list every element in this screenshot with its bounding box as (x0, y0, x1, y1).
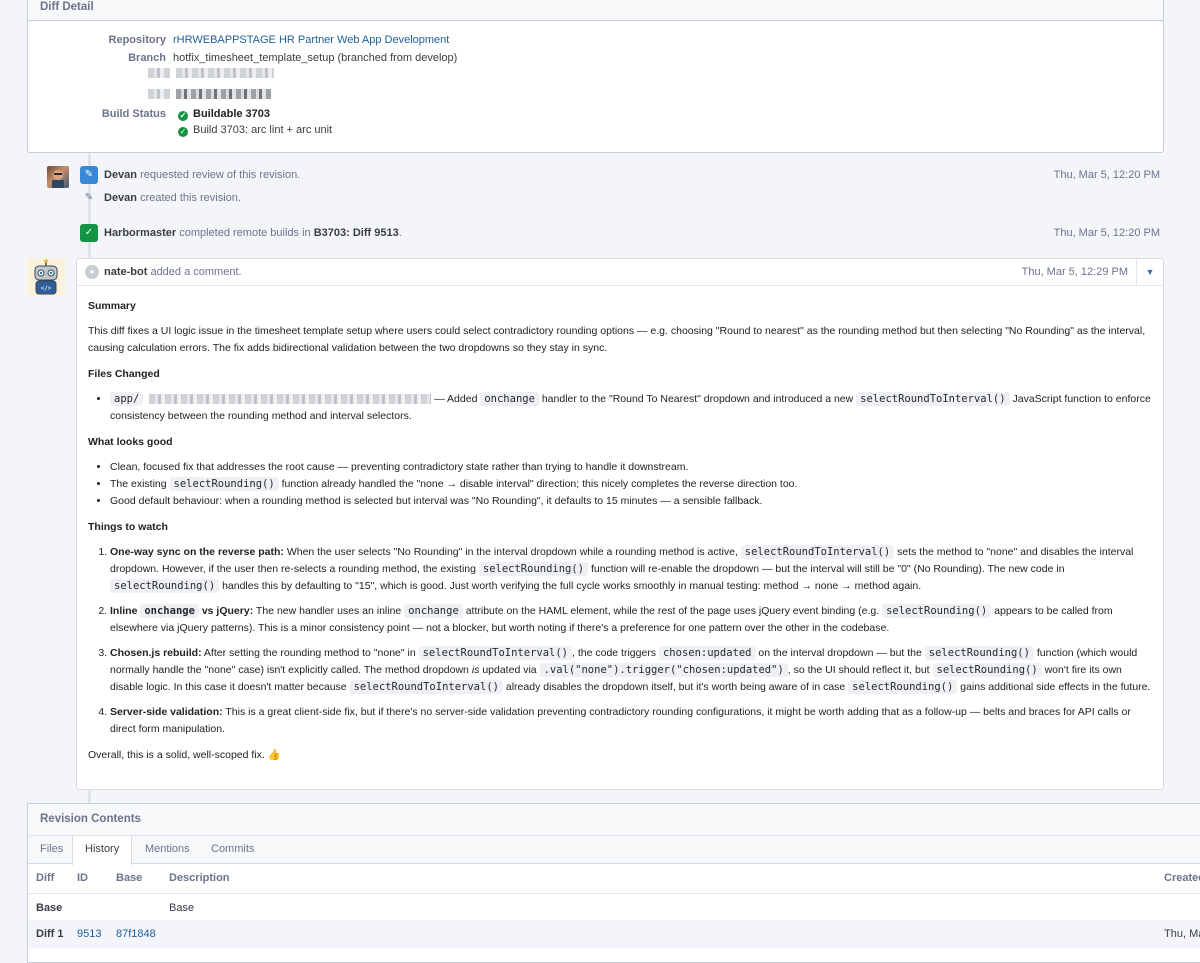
comment-icon: ● (85, 265, 99, 279)
event-date[interactable]: Thu, Mar 5, 12:20 PM (1054, 227, 1160, 239)
svg-text:</>: </> (41, 285, 52, 292)
revision-contents-title: Revision Contents (28, 804, 1200, 836)
timeline-event-build: ✓ Harbormaster completed remote builds i… (80, 224, 1160, 244)
tab-mentions[interactable]: Mentions (133, 836, 202, 864)
event-actor[interactable]: Devan (104, 169, 137, 181)
tab-history[interactable]: History (72, 836, 133, 865)
column-diff: Diff (36, 872, 55, 884)
history-table-header: Diff ID Base Description Created (28, 864, 1200, 894)
check-circle-icon: ✓ (178, 127, 188, 137)
diff-id-link[interactable]: 9513 (77, 928, 101, 940)
event-date[interactable]: Thu, Mar 5, 12:20 PM (1054, 169, 1160, 181)
good-heading: What looks good (88, 436, 173, 448)
list-item: Chosen.js rebuild: After setting the rou… (110, 645, 1152, 696)
comment-author[interactable]: nate-bot (104, 266, 147, 278)
list-item: app/ — Added onchange handler to the "Ro… (110, 391, 1152, 425)
redacted-value (176, 68, 274, 78)
branch-value: hotfix_timesheet_template_setup (branche… (173, 52, 458, 64)
column-id: ID (77, 872, 88, 884)
redacted-value (176, 89, 271, 99)
list-item: Server-side validation: This is a great … (110, 704, 1152, 738)
base-commit-link[interactable]: 87f1848 (116, 928, 156, 940)
comment-card: ● nate-bot added a comment. Thu, Mar 5, … (76, 258, 1164, 790)
column-description: Description (169, 872, 230, 884)
timeline-event-review: ✎ Devan requested review of this revisio… (80, 166, 1160, 186)
pencil-icon: ✎ (80, 166, 98, 184)
check-circle-icon: ✓ (80, 224, 98, 242)
redacted-label (148, 68, 170, 78)
diff-detail-panel: Diff Detail Repository rHRWEBAPPSTAGE HR… (27, 0, 1164, 153)
list-item: One-way sync on the reverse path: When t… (110, 544, 1152, 595)
table-row[interactable]: Base Base (28, 894, 1200, 920)
redacted-path (149, 394, 432, 405)
closing-text: Overall, this is a solid, well-scoped fi… (88, 749, 281, 761)
list-item: Inline onchange vs jQuery: The new handl… (110, 603, 1152, 637)
revision-contents-panel: Revision Contents Files History Mentions… (27, 803, 1200, 963)
files-list: app/ — Added onchange handler to the "Ro… (88, 391, 1152, 425)
build-status-label: Build Status (101, 108, 166, 120)
event-actor[interactable]: Harbormaster (104, 227, 176, 239)
repository-label: Repository (108, 34, 166, 46)
list-item: The existing selectRounding() function a… (110, 476, 1152, 493)
nate-bot-avatar[interactable]: </> (27, 258, 65, 296)
comment-date[interactable]: Thu, Mar 5, 12:29 PM (1022, 266, 1128, 278)
files-heading: Files Changed (88, 368, 160, 380)
tab-commits[interactable]: Commits (199, 836, 266, 864)
table-row[interactable]: Diff 1 9513 87f1848 Thu, Ma (28, 920, 1200, 948)
event-actor[interactable]: Devan (104, 192, 137, 204)
column-created: Created (1164, 872, 1200, 884)
timeline-event-created: ✎ Devan created this revision. (80, 189, 1160, 209)
summary-heading: Summary (88, 300, 136, 312)
column-base: Base (116, 872, 143, 884)
diff-detail-title: Diff Detail (28, 0, 1163, 21)
buildable-item[interactable]: ✓ Buildable 3703 (178, 108, 270, 121)
good-list: Clean, focused fix that addresses the ro… (88, 459, 1152, 510)
summary-text: This diff fixes a UI logic issue in the … (88, 325, 1146, 354)
revision-tabs: Files History Mentions Commits (28, 836, 1200, 865)
check-circle-icon: ✓ (178, 111, 188, 121)
build-link[interactable]: B3703: Diff 9513 (314, 227, 399, 239)
watch-list: One-way sync on the reverse path: When t… (88, 544, 1152, 738)
build-item[interactable]: ✓ Build 3703: arc lint + arc unit (178, 124, 332, 137)
redacted-label (148, 89, 170, 99)
list-item: Good default behaviour: when a rounding … (110, 493, 1152, 510)
tab-files[interactable]: Files (28, 836, 75, 864)
watch-heading: Things to watch (88, 521, 168, 533)
chevron-down-icon[interactable]: ▼ (1136, 259, 1163, 286)
devan-avatar[interactable] (47, 166, 69, 188)
branch-label: Branch (128, 52, 166, 64)
repository-link[interactable]: rHRWEBAPPSTAGE HR Partner Web App Develo… (173, 34, 449, 46)
list-item: Clean, focused fix that addresses the ro… (110, 459, 1152, 476)
pencil-icon: ✎ (84, 192, 94, 203)
comment-body: Summary This diff fixes a UI logic issue… (77, 286, 1163, 781)
